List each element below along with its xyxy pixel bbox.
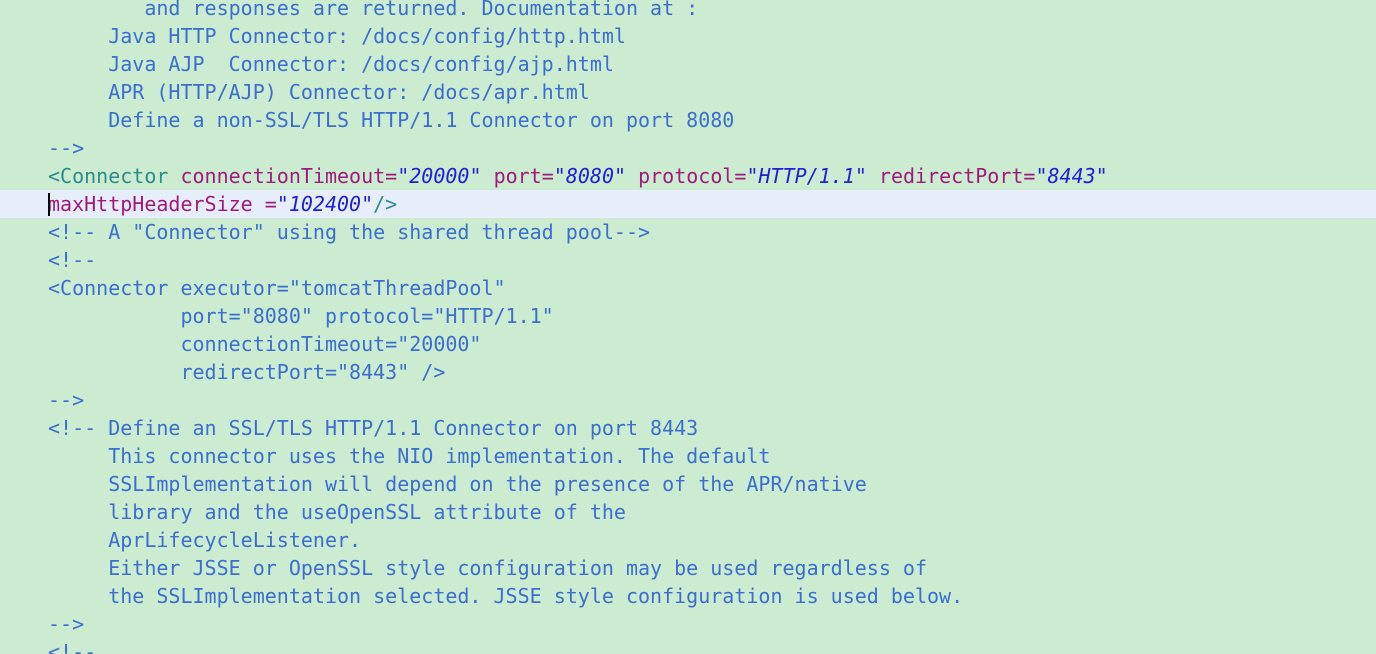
code-token-attr: protocol (638, 164, 735, 188)
code-token-punct: /> (373, 192, 398, 216)
code-line[interactable]: port="8080" protocol="HTTP/1.1" (0, 302, 1376, 330)
code-line[interactable]: the SSLImplementation selected. JSSE sty… (0, 582, 1376, 610)
code-line[interactable]: <!-- A "Connector" using the shared thre… (0, 218, 1376, 246)
code-line[interactable]: and responses are returned. Documentatio… (0, 0, 1376, 22)
code-line[interactable]: connectionTimeout="20000" (0, 330, 1376, 358)
code-token-value: "102400" (276, 192, 374, 216)
code-token-comment: connectionTimeout="20000" (48, 332, 482, 356)
code-editor-viewport[interactable]: and responses are returned. Documentatio… (0, 0, 1376, 654)
code-line[interactable]: <!-- Define an SSL/TLS HTTP/1.1 Connecto… (0, 414, 1376, 442)
code-line[interactable]: Define a non-SSL/TLS HTTP/1.1 Connector … (0, 106, 1376, 134)
code-token-comment: <Connector executor="tomcatThreadPool" (48, 276, 506, 300)
code-token-comment: redirectPort="8443" /> (48, 360, 446, 384)
code-lines-container[interactable]: and responses are returned. Documentatio… (0, 0, 1376, 654)
code-token-comment: the SSLImplementation selected. JSSE sty… (48, 584, 964, 608)
code-token-comment: This connector uses the NIO implementati… (48, 444, 771, 468)
code-line[interactable]: redirectPort="8443" /> (0, 358, 1376, 386)
code-token-attr: connectionTimeout (180, 164, 386, 188)
code-token-attr: redirectPort (878, 164, 1024, 188)
code-token-attr: maxHttpHeaderSize (48, 192, 265, 216)
code-token-comment: APR (HTTP/AJP) Connector: /docs/apr.html (48, 80, 590, 104)
code-line[interactable]: --> (0, 386, 1376, 414)
code-line[interactable]: library and the useOpenSSL attribute of … (0, 498, 1376, 526)
code-token-eq: = (734, 164, 747, 188)
code-token-value: "20000" (397, 164, 482, 188)
code-token-comment: Define a non-SSL/TLS HTTP/1.1 Connector … (48, 108, 735, 132)
code-token-eq: = (541, 164, 554, 188)
code-token-value: "8443" (1035, 164, 1108, 188)
code-token-comment: <!-- Define an SSL/TLS HTTP/1.1 Connecto… (48, 416, 699, 440)
code-token-comment: library and the useOpenSSL attribute of … (48, 500, 626, 524)
code-token-comment: and responses are returned. Documentatio… (48, 0, 699, 20)
code-token-comment: Java HTTP Connector: /docs/config/http.h… (48, 24, 626, 48)
code-token-attr: port (493, 164, 542, 188)
code-token-comment: AprLifecycleListener. (48, 528, 362, 552)
code-line[interactable]: SSLImplementation will depend on the pre… (0, 470, 1376, 498)
code-token-comment: --> (48, 136, 85, 160)
code-line[interactable]: AprLifecycleListener. (0, 526, 1376, 554)
code-line[interactable]: <!-- (0, 638, 1376, 654)
code-token-comment: port="8080" protocol="HTTP/1.1" (48, 304, 554, 328)
code-token-comment: Either JSSE or OpenSSL style configurati… (48, 556, 927, 580)
code-line[interactable]: --> (0, 134, 1376, 162)
code-token-comment: Java AJP Connector: /docs/config/ajp.htm… (48, 52, 614, 76)
code-line[interactable]: Java AJP Connector: /docs/config/ajp.htm… (0, 50, 1376, 78)
code-token-eq: = (264, 192, 277, 216)
code-token-comment: SSLImplementation will depend on the pre… (48, 472, 867, 496)
code-token-tag: <Connector (48, 164, 169, 188)
code-line[interactable]: <Connector executor="tomcatThreadPool" (0, 274, 1376, 302)
code-line-current[interactable]: maxHttpHeaderSize ="102400"/> (0, 190, 1376, 218)
text-caret (48, 193, 50, 216)
code-token-comment: <!-- A "Connector" using the shared thre… (48, 220, 651, 244)
code-line[interactable]: Java HTTP Connector: /docs/config/http.h… (0, 22, 1376, 50)
code-token-comment: <!-- (48, 640, 97, 654)
code-line[interactable]: This connector uses the NIO implementati… (0, 442, 1376, 470)
code-token-eq: = (1023, 164, 1036, 188)
code-line[interactable]: Either JSSE or OpenSSL style configurati… (0, 554, 1376, 582)
code-line[interactable]: APR (HTTP/AJP) Connector: /docs/apr.html (0, 78, 1376, 106)
code-line[interactable]: <Connector connectionTimeout="20000" por… (0, 162, 1376, 190)
code-token-comment: --> (48, 388, 85, 412)
code-line[interactable]: <!-- (0, 246, 1376, 274)
code-token-comment: <!-- (48, 248, 97, 272)
code-token-eq: = (385, 164, 398, 188)
code-token-comment: --> (48, 612, 85, 636)
code-line[interactable]: --> (0, 610, 1376, 638)
code-token-value: "8080" (553, 164, 627, 188)
code-token-value: "HTTP/1.1" (746, 164, 867, 188)
